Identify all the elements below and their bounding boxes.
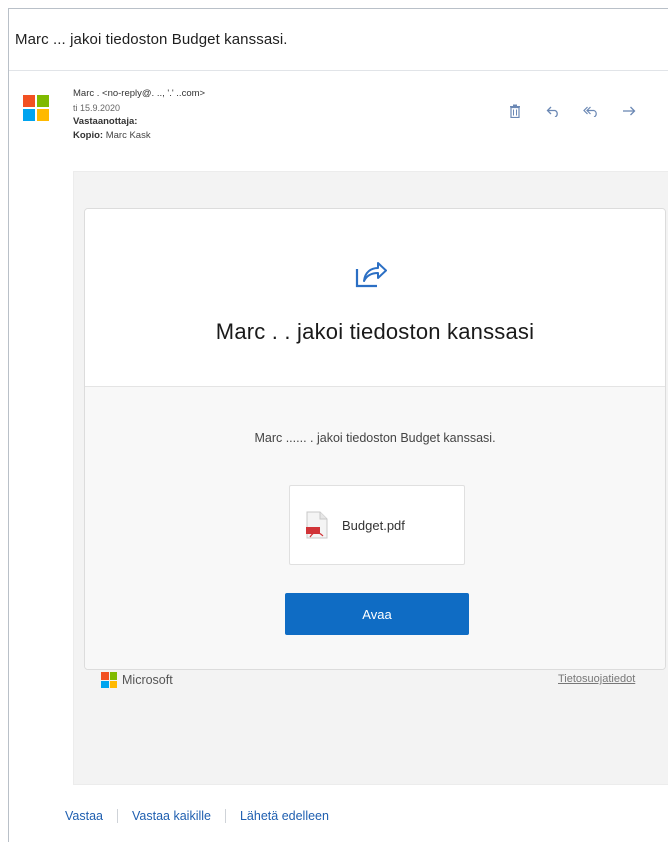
open-button[interactable]: Avaa	[285, 593, 469, 635]
share-message: Marc ...... . jakoi tiedoston Budget kan…	[254, 431, 496, 445]
divider	[117, 809, 118, 823]
cc-label: Kopio:	[73, 130, 104, 141]
trash-icon[interactable]	[507, 103, 523, 119]
reply-all-icon[interactable]	[583, 103, 599, 119]
share-card: Marc . . jakoi tiedoston kanssasi Marc .…	[84, 208, 666, 670]
cc-row: Kopio: Marc Kask	[73, 129, 205, 143]
forward-icon[interactable]	[621, 103, 637, 119]
reply-all-link[interactable]: Vastaa kaikille	[132, 809, 211, 823]
to-label: Vastaanottaja:	[73, 116, 138, 127]
share-card-header: Marc . . jakoi tiedoston kanssasi	[85, 209, 665, 387]
share-card-content: Marc ...... . jakoi tiedoston Budget kan…	[85, 387, 665, 669]
privacy-link[interactable]: Tietosuojatiedot	[558, 673, 635, 685]
microsoft-brand: Microsoft	[101, 672, 173, 688]
sender-avatar-microsoft-logo	[23, 95, 49, 121]
shared-file-name: Budget.pdf	[342, 517, 405, 533]
pdf-file-icon	[306, 511, 328, 539]
email-date: ti 15.9.2020	[73, 103, 121, 113]
sender-address: Marc . <no-reply@. .., '.' ..com>	[73, 88, 206, 99]
microsoft-brand-label: Microsoft	[122, 673, 173, 687]
share-card-title: Marc . . jakoi tiedoston kanssasi	[215, 319, 535, 344]
email-meta: Marc . <no-reply@. .., '.' ..com> ti 15.…	[73, 87, 205, 143]
email-actions	[507, 103, 637, 119]
share-icon	[353, 255, 389, 291]
forward-link[interactable]: Lähetä edelleen	[240, 809, 329, 823]
email-subject: Marc ... jakoi tiedoston Budget kanssasi…	[15, 31, 288, 48]
microsoft-logo-icon	[101, 672, 117, 688]
email-body: Marc . . jakoi tiedoston kanssasi Marc .…	[73, 171, 668, 785]
shared-file-tile[interactable]: Budget.pdf	[289, 485, 465, 565]
email-header: Marc . <no-reply@. .., '.' ..com> ti 15.…	[9, 81, 668, 171]
cc-value: Marc Kask	[105, 130, 151, 141]
reply-bar: Vastaa Vastaa kaikille Lähetä edelleen	[65, 809, 329, 823]
email-window: Marc ... jakoi tiedoston Budget kanssasi…	[8, 8, 668, 842]
subject-bar: Marc ... jakoi tiedoston Budget kanssasi…	[9, 9, 668, 71]
reply-icon[interactable]	[545, 103, 561, 119]
divider	[224, 809, 226, 823]
reply-link[interactable]: Vastaa	[65, 809, 103, 823]
